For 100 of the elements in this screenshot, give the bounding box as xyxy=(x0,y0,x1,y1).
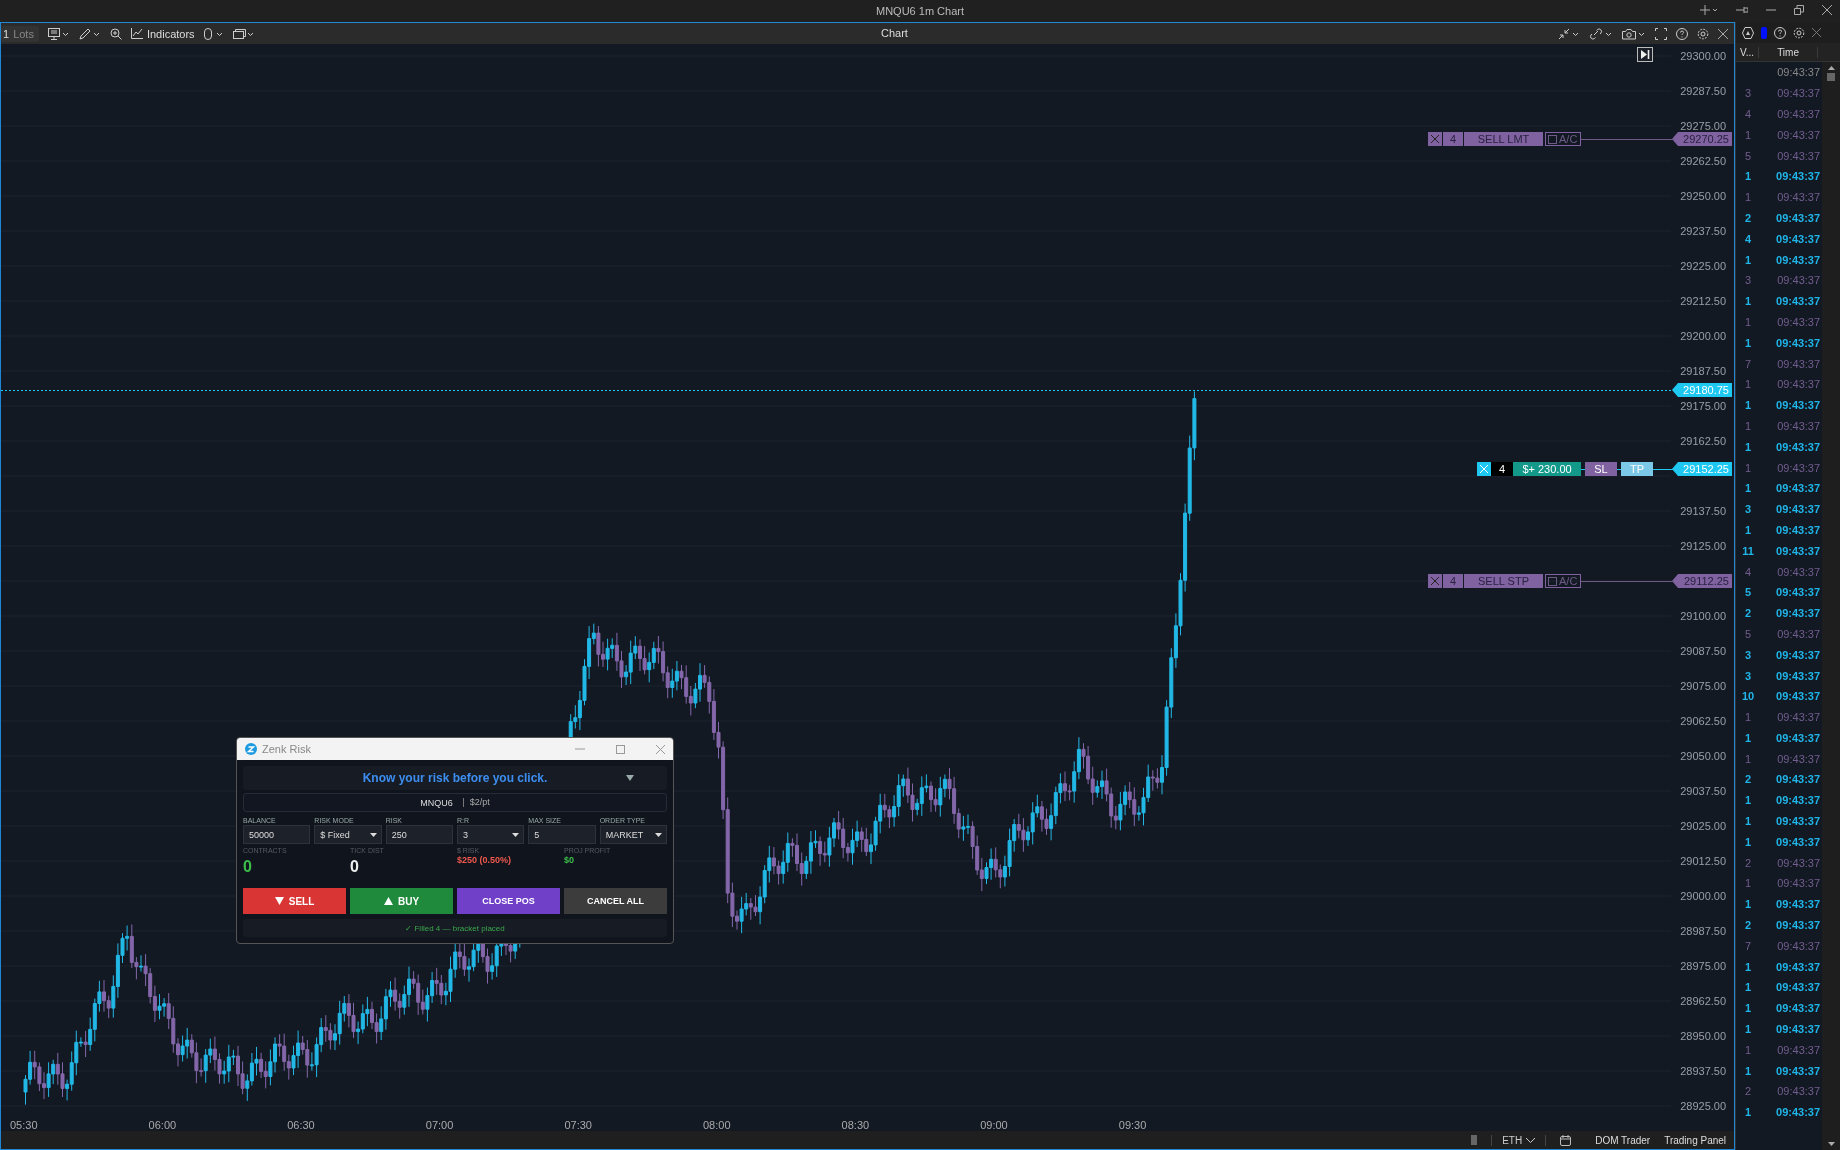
collapse-icon[interactable] xyxy=(1558,27,1581,40)
stat-value: 0 xyxy=(243,858,253,876)
volume-cell-text: 1 xyxy=(1744,315,1753,328)
monitor-icon[interactable] xyxy=(47,27,70,40)
settings-icon[interactable] xyxy=(1793,26,1806,39)
status-message: ✓ Filled 4 — bracket placed xyxy=(243,919,667,937)
stop-loss-button[interactable]: SL xyxy=(1585,462,1617,476)
time-cell-text: 09:43:37 xyxy=(1775,919,1821,932)
time-cell-text: 09:43:37 xyxy=(1775,440,1821,453)
session-dropdown[interactable]: ETH xyxy=(1491,1134,1547,1146)
pencil-icon[interactable] xyxy=(78,27,101,40)
volume-cell-text: 1 xyxy=(1744,1023,1753,1036)
price-label: 29237.50 xyxy=(1680,224,1727,238)
scrollbar-thumb[interactable] xyxy=(1471,1135,1478,1145)
time-cell-text: 09:43:37 xyxy=(1776,565,1821,578)
calendar-icon[interactable] xyxy=(1560,1134,1572,1146)
time-cell-text: 09:43:37 xyxy=(1775,835,1821,848)
time-label: 07:00 xyxy=(425,1119,454,1131)
price-label: 29200.00 xyxy=(1680,329,1727,343)
add-icon[interactable] xyxy=(1700,5,1718,15)
price-label: 28962.50 xyxy=(1680,994,1727,1008)
price-label: 29187.50 xyxy=(1680,364,1727,378)
close-icon[interactable] xyxy=(1812,28,1822,37)
cancel-order-button[interactable] xyxy=(1428,574,1442,588)
volume-cell-text: 1 xyxy=(1744,295,1753,308)
column-header[interactable]: V... xyxy=(1736,46,1760,58)
input-field[interactable]: 250 xyxy=(385,825,453,844)
volume-cell-text: 3 xyxy=(1744,87,1753,100)
time-cell-text: 09:43:37 xyxy=(1775,586,1821,599)
indicators-button[interactable]: Indicators xyxy=(130,27,195,40)
stat-value: $0 xyxy=(564,855,575,865)
zoom-in-icon[interactable] xyxy=(109,27,122,40)
cancel-order-button[interactable] xyxy=(1428,132,1442,146)
panel-tab[interactable]: Trading Panel xyxy=(1664,1134,1727,1146)
lots-field[interactable]: 1 Lots xyxy=(1,25,39,42)
order-line xyxy=(1653,468,1675,470)
close-icon[interactable] xyxy=(1822,5,1832,15)
price-label: 29225.00 xyxy=(1680,259,1727,273)
time-cell-text: 09:43:37 xyxy=(1776,627,1821,640)
price-label: 28950.00 xyxy=(1680,1029,1727,1043)
time-cell-text: 09:43:37 xyxy=(1776,108,1821,120)
volume-cell-text: 1 xyxy=(1744,815,1753,828)
dropdown[interactable]: 3 xyxy=(457,825,525,844)
volume-cell-text: 5 xyxy=(1744,586,1753,599)
time-cell-text: 09:43:37 xyxy=(1775,1002,1821,1015)
maximize-icon[interactable] xyxy=(616,744,625,754)
price-label: 29125.00 xyxy=(1680,539,1727,553)
time-cell-text: 09:43:37 xyxy=(1776,711,1821,724)
column-header[interactable]: Time xyxy=(1759,46,1819,58)
time-cell-text: 09:43:37 xyxy=(1776,856,1821,869)
settings-icon[interactable] xyxy=(1697,27,1710,40)
sell-button[interactable]: SELL xyxy=(243,888,346,914)
price-label: 29087.50 xyxy=(1680,644,1727,658)
volume-cell-text: 5 xyxy=(1744,149,1753,162)
dropdown[interactable]: MARKET xyxy=(599,825,667,844)
close-button[interactable]: CLOSE POS xyxy=(457,888,560,914)
cancel-button[interactable]: CANCEL ALL xyxy=(564,888,667,914)
volume-cell-text: 1 xyxy=(1744,170,1753,183)
panel-tab[interactable]: DOM Trader xyxy=(1595,1134,1651,1146)
window-icon[interactable] xyxy=(232,27,255,40)
caret-icon[interactable] xyxy=(626,775,634,781)
camera-icon[interactable] xyxy=(1622,27,1647,40)
scroll-to-end-icon[interactable] xyxy=(1637,47,1653,62)
time-cell-text: 09:43:37 xyxy=(1775,1023,1821,1036)
dropdown[interactable]: $ Fixed xyxy=(314,825,382,844)
scroll-up-icon[interactable] xyxy=(1827,66,1835,70)
time-cell-text: 09:43:37 xyxy=(1775,295,1821,308)
scrollbar-thumb[interactable] xyxy=(1827,73,1836,81)
down-triangle-icon xyxy=(274,897,284,905)
input-field[interactable]: 5 xyxy=(528,825,596,844)
volume-cell-text: 1 xyxy=(1744,461,1753,474)
time-cell-text: 09:43:37 xyxy=(1775,544,1821,557)
volume-cell-text: 1 xyxy=(1744,191,1753,204)
volume-cell-text: 2 xyxy=(1744,919,1753,932)
volume-cell-text: 4 xyxy=(1744,232,1753,245)
stat-value: $250 (0.50%) xyxy=(457,855,513,865)
fullscreen-icon[interactable] xyxy=(1655,27,1668,40)
restore-icon[interactable] xyxy=(1794,5,1804,15)
hexagon-icon[interactable] xyxy=(1742,26,1755,39)
time-cell-text: 09:43:37 xyxy=(1775,794,1821,807)
volume-cell-text: 1 xyxy=(1744,378,1753,391)
help-icon[interactable] xyxy=(1676,27,1689,40)
buy-button[interactable]: BUY xyxy=(350,888,453,914)
color-swatch[interactable] xyxy=(1761,26,1768,39)
time-label: 09:30 xyxy=(1118,1119,1147,1131)
time-cell-text: 09:43:37 xyxy=(1776,274,1821,287)
mouse-icon[interactable] xyxy=(203,27,224,40)
time-label: 07:30 xyxy=(564,1119,592,1131)
volume-cell-text: 1 xyxy=(1744,399,1753,412)
scroll-down-icon[interactable] xyxy=(1827,1142,1835,1146)
banner[interactable]: Know your risk before you click. xyxy=(243,766,667,790)
volume-cell-text: 1 xyxy=(1744,1043,1753,1056)
pin-icon[interactable] xyxy=(1736,6,1748,14)
input-field[interactable]: 50000 xyxy=(243,825,311,844)
help-icon[interactable] xyxy=(1774,26,1787,39)
close-icon[interactable] xyxy=(1718,28,1729,39)
time-label: 05:30 xyxy=(10,1119,38,1131)
link-icon[interactable] xyxy=(1589,27,1614,40)
point-value: $2/pt xyxy=(462,798,490,807)
time-cell-text: 09:43:37 xyxy=(1775,815,1821,828)
